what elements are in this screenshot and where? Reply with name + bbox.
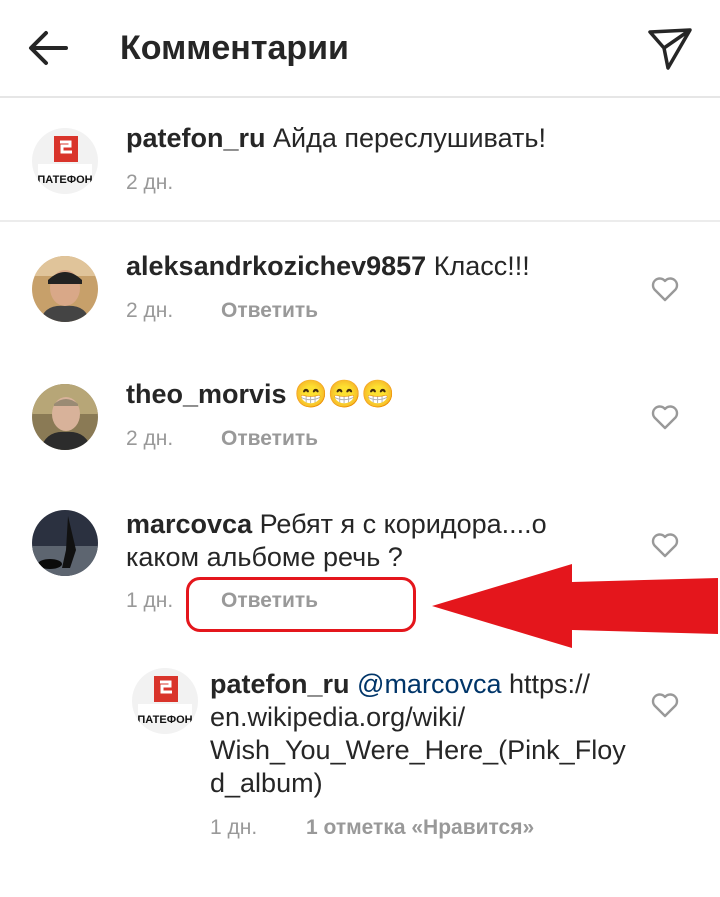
comment-username[interactable]: patefon_ru: [126, 123, 266, 153]
comment-timestamp: 1 дн.: [210, 816, 258, 839]
comment-username[interactable]: aleksandrkozichev9857: [126, 251, 426, 281]
avatar-logo-text: ПАТЕФОН: [37, 174, 93, 186]
heart-icon[interactable]: [651, 692, 679, 718]
reply-button[interactable]: Ответить: [221, 425, 318, 453]
send-icon[interactable]: [646, 24, 694, 72]
red-arrow-annotation: [432, 564, 718, 648]
comment-text: aleksandrkozichev9857 Класс!!!: [126, 250, 530, 283]
comment-body: 😁😁😁: [294, 379, 395, 409]
avatar[interactable]: ПАТЕФОН: [132, 668, 198, 734]
avatar[interactable]: [32, 256, 98, 322]
comment-body[interactable]: https://: [509, 669, 590, 699]
reply-button[interactable]: Ответить: [221, 297, 318, 325]
comment-text: patefon_ru @marcovca https://: [210, 668, 590, 701]
comment-body: Айда переслушивать!: [273, 123, 546, 153]
avatar[interactable]: ПАТЕФОН: [32, 128, 98, 194]
link-line4[interactable]: d_album): [210, 767, 323, 800]
heart-icon[interactable]: [651, 532, 679, 558]
mention-link[interactable]: @marcovca: [357, 669, 501, 699]
likes-count[interactable]: 1 отметка «Нравится»: [306, 814, 534, 842]
comment-body: Класс!!!: [433, 251, 530, 281]
divider: [0, 220, 720, 222]
comment-text: theo_morvis 😁😁😁: [126, 378, 395, 411]
comment-text: patefon_ru Айда переслушивать!: [126, 122, 546, 155]
avatar[interactable]: [32, 510, 98, 576]
comment-username[interactable]: theo_morvis: [126, 379, 287, 409]
heart-icon[interactable]: [651, 276, 679, 302]
highlight-oval: [186, 577, 416, 632]
comment-timestamp: 2 дн.: [126, 171, 174, 194]
comment-timestamp: 2 дн.: [126, 427, 174, 450]
comment-body: Ребят я с коридора....о: [259, 509, 547, 539]
link-line2[interactable]: en.wikipedia.org/wiki/: [210, 701, 465, 734]
avatar[interactable]: [32, 384, 98, 450]
comment-timestamp: 1 дн.: [126, 589, 174, 612]
link-line3[interactable]: Wish_You_Were_Here_(Pink_Floy: [210, 734, 626, 767]
comment-text: marcovca Ребят я с коридора....о: [126, 508, 547, 541]
top-bar: Комментарии: [0, 0, 720, 98]
arrow-left-icon[interactable]: [26, 26, 70, 70]
comment-body-line2: каком альбоме речь ?: [126, 542, 403, 572]
avatar-logo-text: ПАТЕФОН: [137, 714, 193, 726]
comment-username[interactable]: patefon_ru: [210, 669, 350, 699]
comment-timestamp: 2 дн.: [126, 299, 174, 322]
heart-icon[interactable]: [651, 404, 679, 430]
page-title: Комментарии: [120, 29, 349, 67]
comment-username[interactable]: marcovca: [126, 509, 252, 539]
